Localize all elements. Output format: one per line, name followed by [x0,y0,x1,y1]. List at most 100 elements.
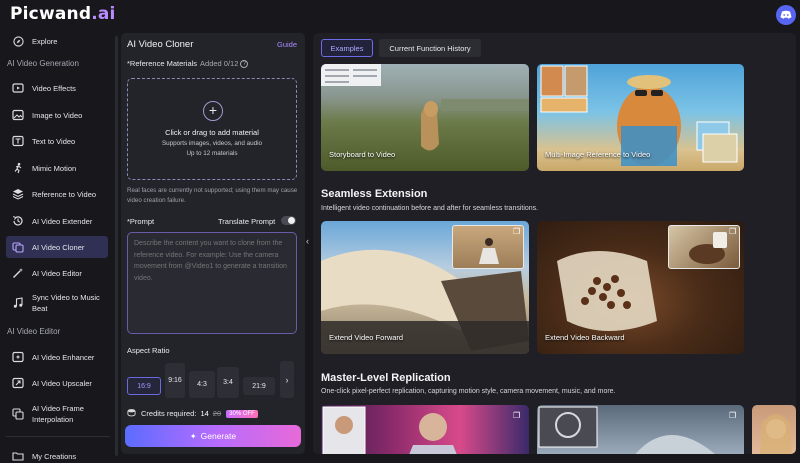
card-label: Extend Video Forward [329,333,404,342]
layers-icon [12,188,24,200]
clone-badge-icon: ❐ [513,411,521,420]
ratio-3-4[interactable]: 3:4 [217,367,239,398]
sidebar-item-mimic-motion[interactable]: Mimic Motion [6,157,108,179]
ratio-16-9[interactable]: 16:9 [127,377,161,395]
compass-icon [12,35,24,47]
example-card-extend-video-forward[interactable]: ❐ Extend Video Forward [321,221,529,354]
sidebar-item-my-creations[interactable]: My Creations [6,445,108,463]
sidebar-item-label: Image to Video [32,110,83,120]
logo-text: Picwand [10,4,92,24]
film-effects-icon [12,82,24,94]
sidebar-item-sync-video-to-music-beat[interactable]: Sync Video to Music Beat [6,288,108,318]
sidebar-item-video-effects[interactable]: Video Effects [6,77,108,99]
sidebar-scrollbar[interactable] [115,36,118,456]
section-title-master-level-replication: Master-Level Replication [321,372,451,384]
example-card-multi-image-reference[interactable]: Multi-Image Reference to Video [537,64,744,171]
examples-gallery: Examples Current Function History Storyb… [313,33,796,454]
sidebar-item-ai-video-editor[interactable]: AI Video Editor [6,262,108,284]
sidebar-item-label: AI Video Enhancer [32,352,95,362]
example-card-replication-1[interactable]: ❐ [321,405,529,454]
music-note-icon [12,297,24,309]
sidebar-item-explore[interactable]: Explore [6,30,108,52]
ratio-9-16[interactable]: 9:16 [165,363,185,398]
help-icon[interactable]: ? [240,60,249,69]
credits-value: 14 [200,409,209,418]
section-ai-video-generation: AI Video Generation [7,59,79,68]
replication-thumbnail-2 [538,406,715,454]
replication-thumbnail-1 [322,406,457,454]
sidebar-item-label: Video Effects [32,83,76,93]
credits-old-value: 20 [212,409,222,418]
image-icon [12,109,24,121]
ratio-next-arrow-icon[interactable]: › [280,361,294,398]
enhance-icon [12,351,24,363]
sidebar-item-image-to-video[interactable]: Image to Video [6,104,108,126]
sidebar: Explore AI Video Generation Video Effect… [0,30,114,463]
clone-badge-icon: ❐ [729,227,737,236]
plus-icon: + [203,101,223,121]
reference-materials-label: *Reference Materials Added 0/12? [127,59,249,69]
ratio-4-3[interactable]: 4:3 [189,371,215,398]
card-label: Storyboard to Video [329,150,396,159]
upscale-icon [12,377,24,389]
sidebar-item-label: My Creations [32,451,77,461]
folder-icon [12,450,24,462]
sidebar-item-label: Explore [32,36,58,46]
translate-toggle[interactable] [281,216,296,225]
section-ai-video-editor: AI Video Editor [7,327,61,336]
guide-link[interactable]: Guide [277,40,297,49]
upload-subtext: Supports images, videos, and audio [161,140,263,147]
text-icon [12,135,24,147]
example-card-extend-video-backward[interactable]: ❐ Extend Video Backward [537,221,744,354]
cloner-panel: AI Video Cloner Guide *Reference Materia… [121,33,305,454]
app-logo[interactable]: Picwand.ai [10,4,116,24]
person-motion-icon [12,162,24,174]
sidebar-item-text-to-video[interactable]: Text to Video [6,130,108,152]
prompt-input[interactable] [127,232,297,334]
collapse-panel-chevron-icon[interactable]: ‹ [306,236,313,248]
example-card-replication-2[interactable]: ❐ [537,405,744,454]
ref-count: Added 0/12 [200,59,239,68]
example-card-storyboard-to-video[interactable]: Storyboard to Video [321,64,529,171]
section-subtitle: One-click pixel-perfect replication, cap… [321,388,616,395]
sidebar-item-label: AI Video Editor [32,268,82,278]
tab-current-function-history[interactable]: Current Function History [379,39,481,57]
discord-icon[interactable] [776,5,796,25]
sidebar-item-label: Text to Video [32,136,76,146]
sidebar-item-label: Mimic Motion [32,163,77,173]
magic-wand-icon [12,267,24,279]
credits-row: Credits required: 14 20 30% OFF [127,408,258,419]
sidebar-item-ai-video-cloner[interactable]: AI Video Cloner [6,236,108,258]
section-subtitle: Intelligent video continuation before an… [321,205,539,212]
example-card-replication-3[interactable] [752,405,796,454]
ref-label-text: *Reference Materials [127,59,198,68]
sidebar-item-ai-video-frame-interpolation[interactable]: AI Video Frame Interpolation [6,399,108,429]
card-label: Multi-Image Reference to Video [545,150,651,159]
clone-badge-icon: ❐ [513,227,521,236]
generate-button[interactable]: ✦ Generate [125,425,301,447]
sidebar-item-reference-to-video[interactable]: Reference to Video [6,183,108,205]
tab-examples[interactable]: Examples [321,39,373,57]
ratio-21-9[interactable]: 21:9 [243,377,275,395]
sidebar-item-ai-video-upscaler[interactable]: AI Video Upscaler [6,372,108,394]
logo-suffix: .ai [91,4,116,24]
upload-main-text: Click or drag to add material [165,128,259,137]
sidebar-divider [6,436,110,437]
sidebar-item-ai-video-enhancer[interactable]: AI Video Enhancer [6,346,108,368]
sidebar-item-label: Reference to Video [32,189,97,199]
prompt-label: *Prompt [127,217,155,226]
upload-limit-text: Up to 12 materials [186,150,238,157]
sidebar-item-label: AI Video Extender [32,216,93,226]
clock-extend-icon [12,215,24,227]
frames-icon [12,408,24,420]
aspect-ratio-label: Aspect Ratio [127,346,170,355]
sidebar-item-ai-video-extender[interactable]: AI Video Extender [6,210,108,232]
discount-badge: 30% OFF [226,409,258,418]
sidebar-item-label: AI Video Frame Interpolation [32,404,84,424]
section-title-seamless-extension: Seamless Extension [321,188,428,200]
translate-prompt-label: Translate Prompt [218,217,276,226]
upload-dropzone[interactable]: + Click or drag to add material Supports… [127,78,297,180]
clone-icon [12,241,24,253]
generate-label: Generate [200,431,237,441]
clone-badge-icon: ❐ [729,411,737,420]
